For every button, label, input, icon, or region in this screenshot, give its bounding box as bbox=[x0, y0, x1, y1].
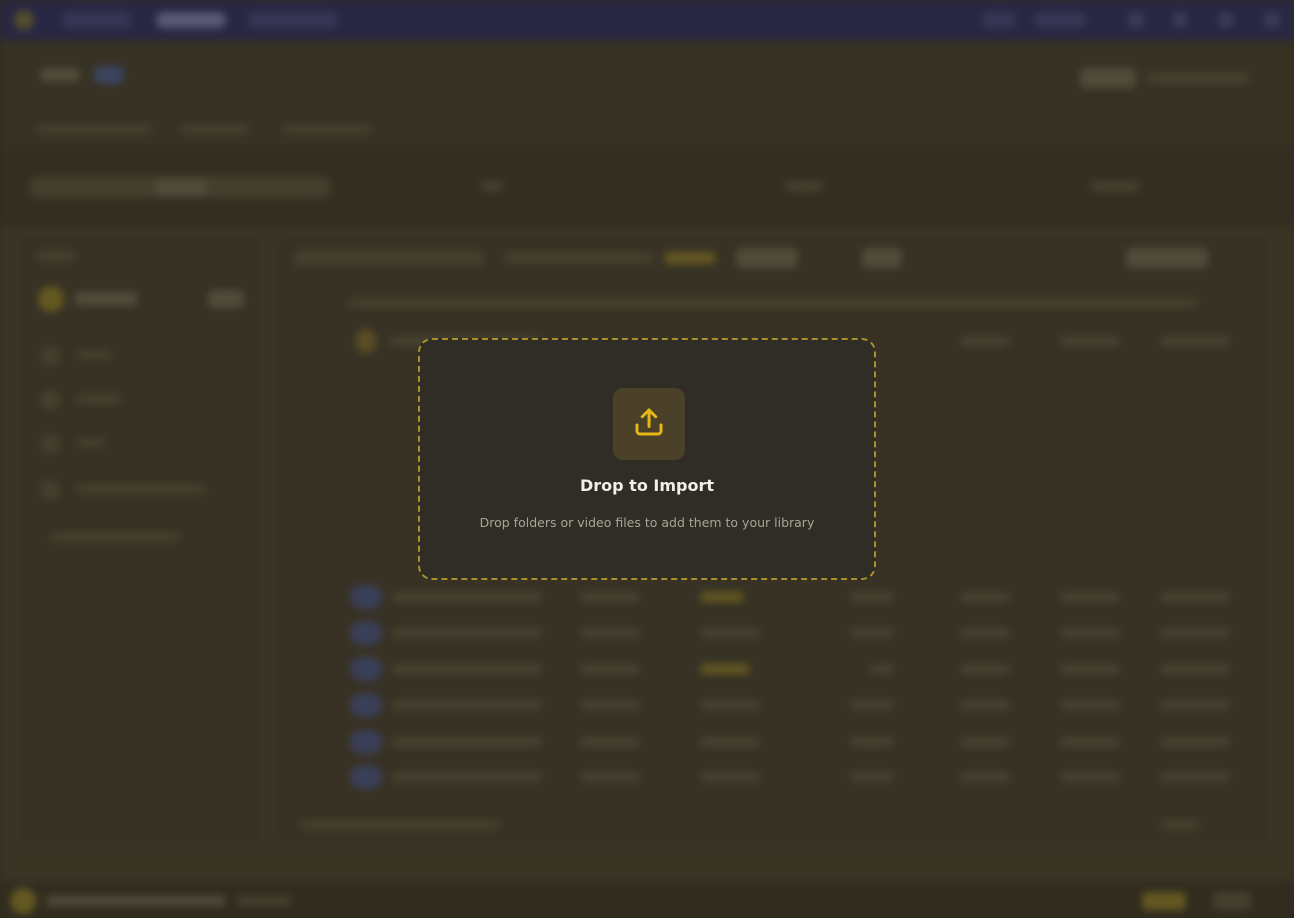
drop-subtitle: Drop folders or video files to add them … bbox=[479, 515, 815, 530]
drop-title: Drop to Import bbox=[579, 476, 714, 495]
upload-icon-container bbox=[613, 388, 685, 460]
drop-zone[interactable]: Drop to Import Drop folders or video fil… bbox=[418, 338, 876, 580]
upload-icon bbox=[631, 404, 667, 444]
